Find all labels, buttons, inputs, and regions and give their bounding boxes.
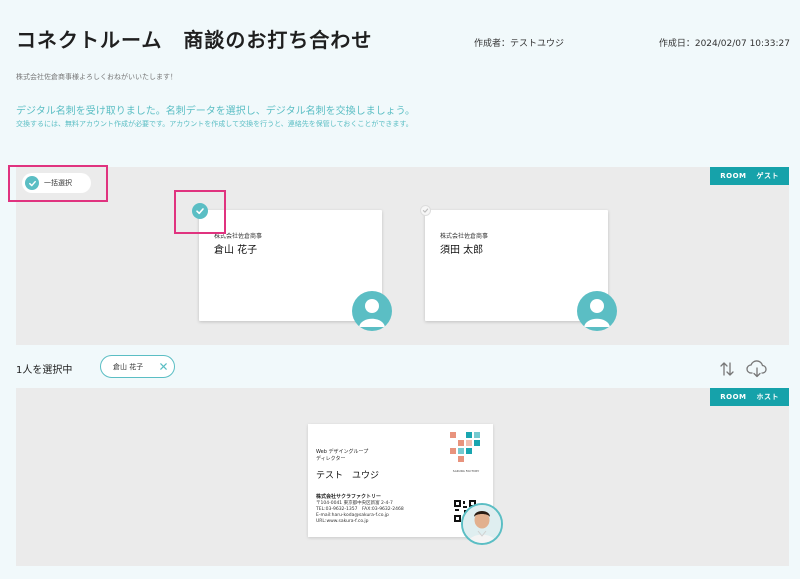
check-icon bbox=[422, 208, 429, 213]
card-url: URL:www.sakura-f.co.jp bbox=[316, 518, 369, 524]
card-contact: 株式会社サクラファクトリー 〒104-0041 東京都中央区新富 2-4-7 T… bbox=[316, 494, 404, 525]
user-avatar-icon bbox=[463, 505, 501, 543]
selected-chip: 倉山 花子 bbox=[100, 355, 175, 378]
logo-text: SAKURA FACTORY bbox=[452, 469, 480, 473]
close-icon[interactable] bbox=[159, 362, 168, 371]
sort-arrows-icon[interactable] bbox=[718, 360, 736, 378]
room-guest-badge: ROOM ゲスト bbox=[710, 167, 789, 185]
card-address: 〒104-0041 東京都中央区新富 2-4-7 bbox=[316, 500, 393, 506]
card-person-name: テスト ユウジ bbox=[316, 471, 380, 481]
page-title: コネクトルーム 商談のお打ち合わせ bbox=[16, 28, 373, 52]
role-label: ゲスト bbox=[756, 172, 779, 180]
info-message: デジタル名刺を受け取りました。名刺データを選択し、デジタル名刺を交換しましょう。 bbox=[16, 106, 415, 117]
card-position: ディレクター bbox=[316, 455, 346, 462]
card-department: Web デザイングループ bbox=[316, 449, 369, 455]
room-label: ROOM bbox=[720, 393, 747, 401]
card-name: 倉山 花子 bbox=[214, 245, 258, 256]
created-date: 作成日：2024/02/07 10:33:27 bbox=[658, 39, 790, 49]
host-avatar-photo bbox=[461, 503, 503, 545]
greeting-message: 株式会社佐倉商事様よろしくおねがいいたします！ bbox=[16, 73, 177, 81]
card-phone: TEL:03-9632-1357 FAX:03-9632-2468 bbox=[316, 506, 404, 512]
guest-card-panel: ROOM ゲスト 一括選択 株式会社佐倉商事 倉山 花子 株式会社佐倉商事 須田… bbox=[16, 167, 789, 345]
room-host-badge: ROOM ホスト bbox=[710, 388, 789, 406]
company-logo: SAKURA FACTORY bbox=[450, 432, 482, 473]
highlight-select-all bbox=[8, 165, 108, 202]
info-subtext: 交換するには、無料アカウント作成が必要です。アカウントを作成して交換を行うと、連… bbox=[16, 120, 413, 128]
user-avatar-icon bbox=[577, 291, 617, 331]
card-select-checkbox[interactable] bbox=[420, 205, 431, 216]
creator-label: 作成者：テストユウジ bbox=[474, 39, 565, 49]
card-header: Web デザイングループ ディレクター bbox=[316, 449, 368, 462]
room-label: ROOM bbox=[720, 172, 747, 180]
card-company: 株式会社佐倉商事 bbox=[440, 233, 489, 240]
role-label: ホスト bbox=[756, 393, 779, 401]
chip-label: 倉山 花子 bbox=[113, 362, 144, 371]
logo-mark-icon bbox=[450, 432, 480, 462]
selected-count: 1人を選択中 bbox=[16, 365, 73, 376]
card-name: 須田 太郎 bbox=[440, 245, 484, 256]
user-avatar-icon bbox=[352, 291, 392, 331]
cloud-download-icon[interactable] bbox=[746, 360, 768, 378]
highlight-card-checkbox bbox=[174, 190, 226, 234]
